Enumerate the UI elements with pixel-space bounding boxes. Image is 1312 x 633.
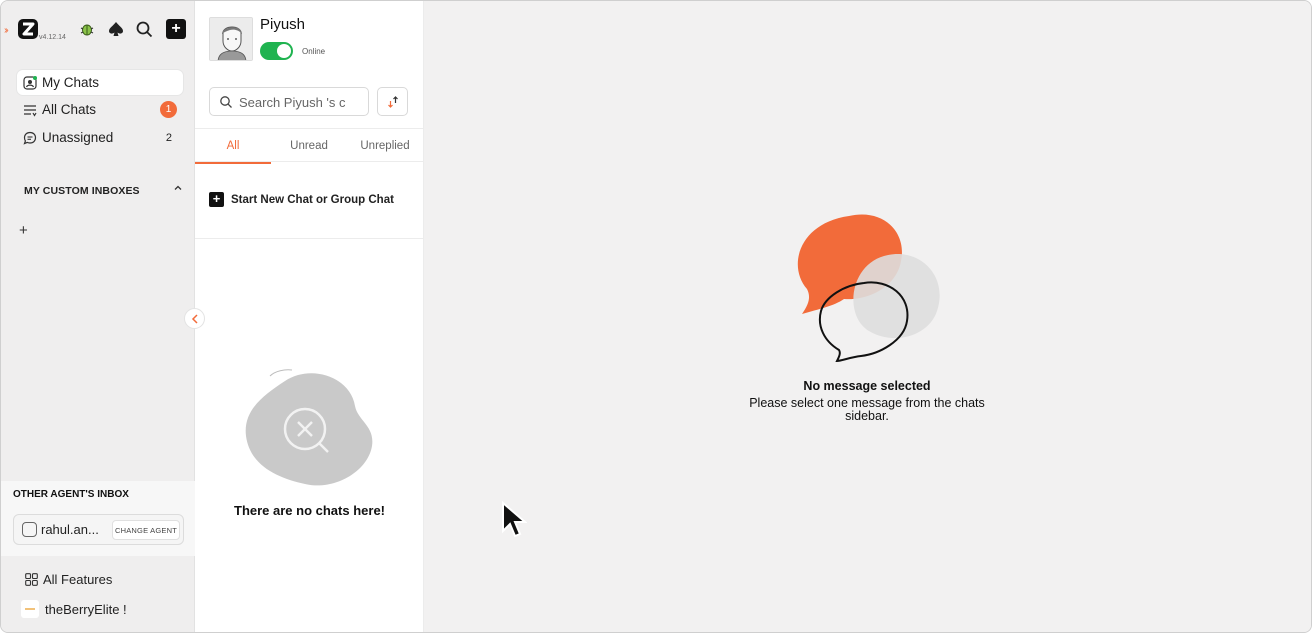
app-window: ›› v4.12.14 + My Chats All Chats 1 Unass… (0, 0, 1312, 633)
account-name: theBerryElite ! (45, 601, 127, 617)
search-icon[interactable] (134, 19, 154, 39)
tab-unreplied[interactable]: Unreplied (347, 129, 423, 163)
no-message-title: No message selected (803, 379, 931, 393)
main-content: No message selected Please select one me… (424, 1, 1311, 632)
spade-icon[interactable] (106, 19, 126, 39)
tab-all[interactable]: All (195, 129, 271, 164)
agent-name: rahul.an... (41, 522, 99, 537)
empty-chats-illustration (245, 369, 373, 486)
topbar: ›› v4.12.14 + (1, 15, 195, 47)
chat-user-icon (23, 75, 37, 90)
chevron-left-icon (191, 313, 198, 324)
collapse-sidebar-button[interactable] (184, 308, 205, 329)
sidebar-item-unassigned[interactable]: Unassigned 2 (17, 125, 183, 150)
list-icon (23, 103, 37, 117)
account-switcher[interactable]: theBerryElite ! (21, 600, 127, 618)
search-box[interactable] (209, 87, 369, 116)
no-message-subtitle: Please select one message from the chats… (749, 396, 985, 423)
plus-icon: + (209, 192, 224, 207)
add-icon[interactable]: + (166, 19, 186, 39)
agent-selector[interactable]: rahul.an... CHANGE AGENT (13, 514, 184, 545)
mouse-cursor-icon (502, 501, 527, 538)
add-inbox-button[interactable]: + (19, 222, 28, 239)
chat-bubble-icon (23, 131, 37, 145)
chat-list-panel: Piyush Online All Unread Unreplied + Sta… (195, 1, 424, 632)
other-agent-title: OTHER AGENT'S INBOX (13, 489, 129, 500)
profile-name: Piyush (260, 16, 306, 33)
empty-chats-text: There are no chats here! (234, 503, 385, 518)
toggle-knob (277, 44, 291, 58)
start-new-chat-button[interactable]: + Start New Chat or Group Chat (209, 192, 394, 207)
no-message-illustration (797, 214, 940, 363)
change-agent-button[interactable]: CHANGE AGENT (112, 520, 180, 540)
agent-avatar-icon (22, 522, 37, 537)
search-icon (220, 96, 232, 108)
avatar[interactable] (209, 17, 253, 61)
other-agent-inbox: OTHER AGENT'S INBOX rahul.an... CHANGE A… (1, 481, 195, 556)
chat-filter-tabs: All Unread Unreplied (195, 128, 424, 164)
tab-unread[interactable]: Unread (271, 129, 347, 163)
all-features-link[interactable]: All Features (25, 572, 112, 587)
sidebar-item-all-chats[interactable]: All Chats 1 (17, 97, 183, 122)
online-status-toggle[interactable] (260, 42, 293, 60)
expand-icon[interactable]: ›› (4, 25, 8, 36)
unassigned-count: 2 (165, 131, 172, 144)
start-new-chat-label: Start New Chat or Group Chat (231, 193, 394, 206)
sidebar-item-label: Unassigned (42, 130, 114, 145)
search-input[interactable] (239, 93, 364, 111)
sidebar-item-my-chats[interactable]: My Chats (17, 70, 183, 95)
sort-button[interactable] (377, 87, 408, 116)
sidebar-item-label: All Chats (42, 102, 97, 117)
sort-icon (387, 95, 398, 108)
app-logo[interactable] (17, 18, 39, 40)
grid-icon (25, 573, 38, 586)
all-features-label: All Features (43, 572, 113, 587)
bug-icon[interactable] (77, 19, 97, 39)
account-logo (21, 600, 39, 618)
custom-inboxes-heading: MY CUSTOM INBOXES (24, 185, 140, 197)
sidebar-item-label: My Chats (42, 75, 100, 90)
chevron-up-icon[interactable] (173, 183, 183, 196)
status-text: Online (302, 47, 326, 56)
app-version: v4.12.14 (39, 34, 66, 41)
unread-count-badge: 1 (160, 101, 177, 118)
divider (195, 238, 424, 239)
sidebar: ›› v4.12.14 + My Chats All Chats 1 Unass… (1, 1, 195, 632)
